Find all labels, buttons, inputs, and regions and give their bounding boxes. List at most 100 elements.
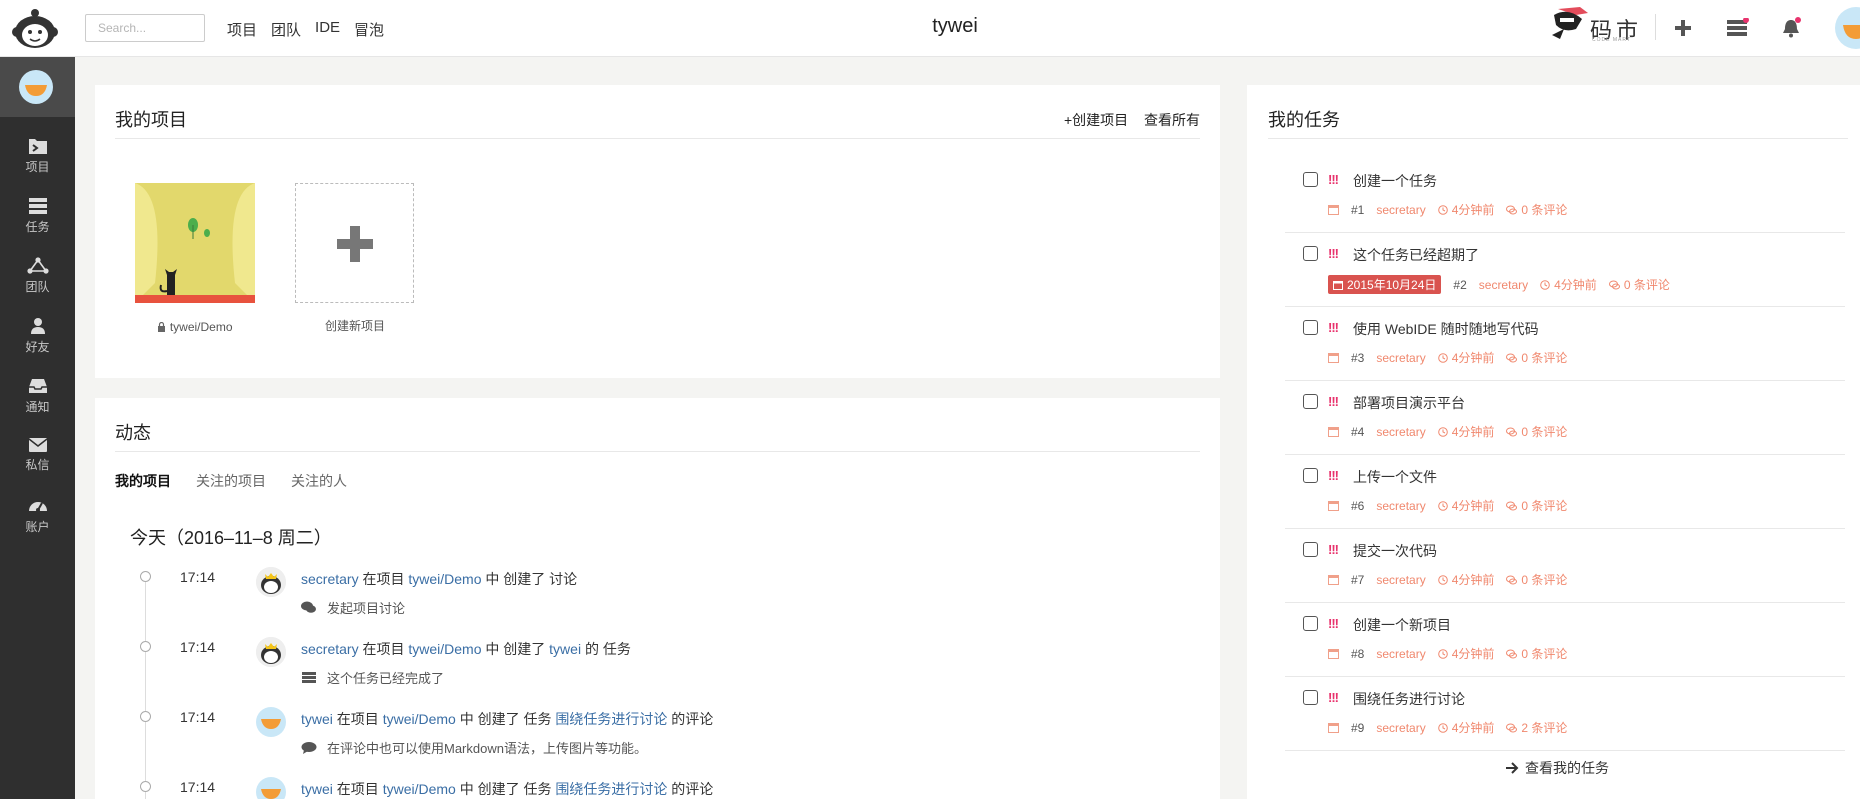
task-row[interactable]: !!! 提交一次代码 #7 secretary 4分钟前 0 条评论 [1285,529,1845,603]
calendar-icon[interactable] [1328,574,1339,585]
task-row[interactable]: !!! 使用 WebIDE 随时随地写代码 #3 secretary 4分钟前 0 条评论 [1285,307,1845,381]
task-row[interactable]: !!! 部署项目演示平台 #4 secretary 4分钟前 0 条评论 [1285,381,1845,455]
sidebar: 项目 任务 团队 好友 通知 私信 账户 [0,57,75,799]
activity-user-link[interactable]: secretary [301,641,359,657]
task-owner[interactable]: secretary [1376,721,1425,735]
new-project-card[interactable] [295,183,414,303]
project-name[interactable]: tywei/Demo [135,320,255,334]
task-owner[interactable]: secretary [1376,647,1425,661]
task-row[interactable]: !!! 上传一个文件 #6 secretary 4分钟前 0 条评论 [1285,455,1845,529]
task-owner[interactable]: secretary [1479,278,1528,292]
task-row[interactable]: !!! 这个任务已经超期了 2015年10月24日 #2 secretary 4分钟前 0 … [1285,233,1845,307]
task-comments[interactable]: 0 条评论 [1506,201,1567,218]
activity-user-link[interactable]: tywei [301,711,333,727]
task-time-text: 4分钟前 [1451,573,1495,587]
task-comments[interactable]: 0 条评论 [1506,497,1567,514]
task-row[interactable]: !!! 围绕任务进行讨论 #9 secretary 4分钟前 2 条评论 [1285,677,1845,751]
bell-icon[interactable] [1776,14,1806,42]
task-title[interactable]: 创建一个新项目 [1353,615,1451,635]
task-checkbox[interactable] [1303,690,1318,705]
nav-bubble[interactable]: 冒泡 [354,19,384,40]
nav-ide[interactable]: IDE [315,19,340,40]
task-comments[interactable]: 0 条评论 [1506,423,1567,440]
task-comments-text: 0 条评论 [1521,425,1568,439]
task-time-text: 4分钟前 [1451,351,1495,365]
sidebar-item-account[interactable]: 账户 [0,485,75,545]
sidebar-item-friends[interactable]: 好友 [0,305,75,365]
sidebar-item-tasks[interactable]: 任务 [0,185,75,245]
task-row[interactable]: !!! 创建一个任务 #1 secretary 4分钟前 0 条评论 [1285,159,1845,233]
activity-user-link[interactable]: tywei [301,781,333,797]
task-checkbox[interactable] [1303,468,1318,483]
secretary-avatar[interactable] [256,637,286,667]
mabi-logo[interactable]: 码市 CODE MART [1550,3,1650,45]
task-owner[interactable]: secretary [1376,573,1425,587]
activity-project-link[interactable]: tywei/Demo [408,571,481,587]
task-title[interactable]: 围绕任务进行讨论 [1353,689,1465,709]
lock-icon [158,321,166,332]
project-card-demo[interactable] [135,183,255,303]
task-title[interactable]: 创建一个任务 [1353,171,1437,191]
tab-followed-people[interactable]: 关注的人 [291,471,347,491]
sidebar-item-notifications[interactable]: 通知 [0,365,75,425]
nav-teams[interactable]: 团队 [271,19,301,40]
task-comments[interactable]: 2 条评论 [1506,719,1567,736]
activity-user-link[interactable]: secretary [301,571,359,587]
search-input[interactable] [85,14,205,42]
calendar-icon[interactable] [1328,426,1339,437]
sidebar-avatar[interactable] [19,70,53,104]
task-owner[interactable]: secretary [1376,499,1425,513]
task-checkbox[interactable] [1303,542,1318,557]
task-owner[interactable]: secretary [1376,351,1425,365]
secretary-avatar[interactable] [256,567,286,597]
sidebar-item-messages[interactable]: 私信 [0,425,75,485]
task-comments[interactable]: 0 条评论 [1608,276,1670,293]
calendar-icon[interactable] [1328,352,1339,363]
sidebar-item-teams[interactable]: 团队 [0,245,75,305]
tasks-icon[interactable] [1722,14,1752,42]
task-owner[interactable]: secretary [1376,203,1425,217]
coding-monkey-logo[interactable] [12,7,58,49]
calendar-icon[interactable] [1328,204,1339,215]
tywei-avatar[interactable] [256,707,286,737]
task-owner[interactable]: secretary [1376,425,1425,439]
activity-target-link[interactable]: tywei [549,641,581,657]
task-checkbox[interactable] [1303,172,1318,187]
calendar-icon[interactable] [1328,648,1339,659]
task-title[interactable]: 使用 WebIDE 随时随地写代码 [1353,319,1539,339]
activity-text: 讨论 [549,571,578,587]
view-all-projects-link[interactable]: 查看所有 [1144,110,1200,130]
tab-followed-projects[interactable]: 关注的项目 [196,471,266,491]
activity-detail: 在评论中也可以使用Markdown语法，上传图片等功能。 [301,738,647,757]
activity-target-link[interactable]: 围绕任务进行讨论 [555,711,667,727]
plus-icon[interactable] [1668,14,1698,42]
nav-projects[interactable]: 项目 [227,19,257,40]
tywei-avatar[interactable] [256,777,286,799]
task-title[interactable]: 上传一个文件 [1353,467,1437,487]
calendar-icon[interactable] [1328,500,1339,511]
task-comments[interactable]: 0 条评论 [1506,571,1567,588]
calendar-icon[interactable] [1328,722,1339,733]
task-title[interactable]: 部署项目演示平台 [1353,393,1465,413]
user-avatar[interactable] [1835,7,1860,49]
activity-project-link[interactable]: tywei/Demo [383,781,456,797]
task-row[interactable]: !!! 创建一个新项目 #8 secretary 4分钟前 0 条评论 [1285,603,1845,677]
view-my-tasks-link[interactable]: 查看我的任务 [1505,758,1609,778]
activity-project-link[interactable]: tywei/Demo [408,641,481,657]
dashboard-icon [28,502,47,512]
task-comments[interactable]: 0 条评论 [1506,349,1567,366]
task-checkbox[interactable] [1303,394,1318,409]
sidebar-item-projects[interactable]: 项目 [0,125,75,185]
clock-icon [1437,427,1448,437]
task-checkbox[interactable] [1303,616,1318,631]
tab-my-projects[interactable]: 我的项目 [115,471,171,491]
create-project-link[interactable]: +创建项目 [1064,110,1128,130]
task-checkbox[interactable] [1303,320,1318,335]
task-title[interactable]: 提交一次代码 [1353,541,1437,561]
task-comments[interactable]: 0 条评论 [1506,645,1567,662]
activity-project-link[interactable]: tywei/Demo [383,711,456,727]
clock-icon [1437,501,1448,511]
activity-target-link[interactable]: 围绕任务进行讨论 [555,781,667,797]
task-checkbox[interactable] [1303,246,1318,261]
task-title[interactable]: 这个任务已经超期了 [1353,245,1479,265]
